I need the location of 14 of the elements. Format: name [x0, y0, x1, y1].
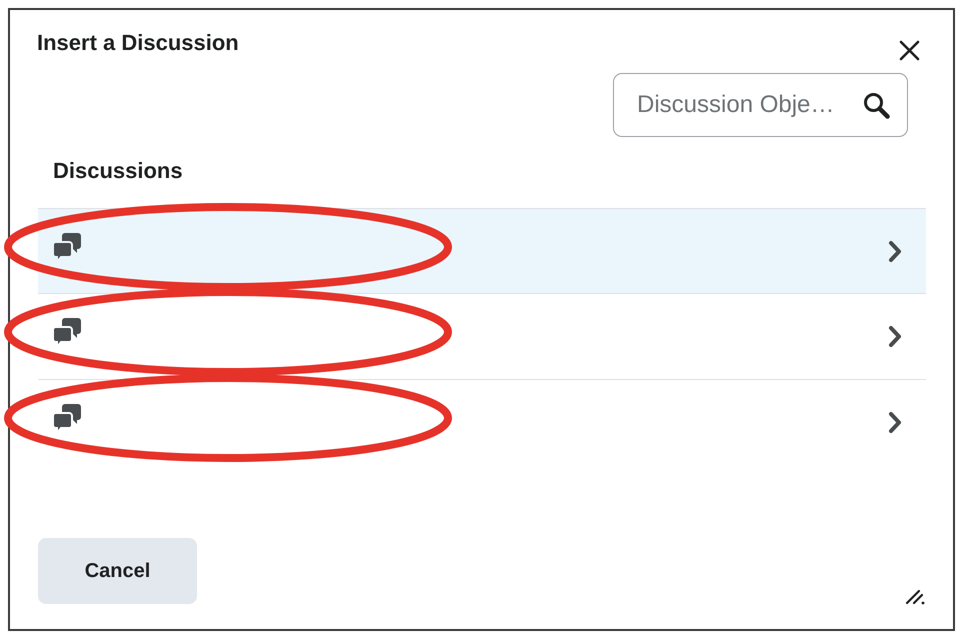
speech-bubbles-icon	[53, 232, 81, 262]
close-icon	[899, 40, 920, 61]
speech-bubbles-icon	[53, 404, 81, 433]
dialog-title: Insert a Discussion	[37, 30, 239, 56]
section-heading: Discussions	[53, 158, 183, 184]
search-field[interactable]: Discussion Obje…	[613, 73, 908, 137]
chevron-right-icon	[888, 325, 902, 348]
speech-bubbles-icon	[53, 318, 81, 347]
discussion-row[interactable]	[38, 208, 926, 293]
search-icon[interactable]	[863, 92, 890, 119]
chevron-right-icon	[888, 411, 902, 434]
close-button[interactable]	[899, 40, 920, 61]
cancel-button[interactable]: Cancel	[38, 538, 197, 604]
chevron-right-icon	[888, 240, 902, 262]
